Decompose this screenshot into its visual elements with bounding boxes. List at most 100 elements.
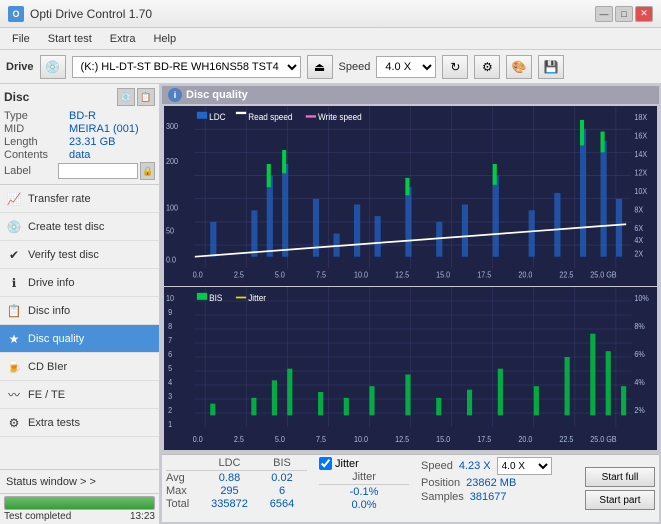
menu-extra[interactable]: Extra (102, 31, 144, 47)
disc-info-icon: 📋 (6, 303, 22, 319)
svg-text:4: 4 (168, 377, 173, 387)
mid-label: MID (4, 123, 69, 135)
nav-label-disc-quality: Disc quality (28, 333, 84, 345)
svg-text:10.0: 10.0 (354, 270, 368, 280)
samples-label: Samples (421, 491, 464, 503)
start-part-button[interactable]: Start part (585, 490, 655, 510)
disc-quality-icon: ★ (6, 331, 22, 347)
minimize-button[interactable]: — (595, 6, 613, 22)
position-val: 23862 MB (466, 477, 516, 489)
nav-label-create-test-disc: Create test disc (28, 221, 104, 233)
svg-text:6X: 6X (634, 224, 643, 234)
label-save-btn[interactable]: 🔒 (140, 162, 155, 180)
panel-title-icon: i (168, 88, 182, 102)
nav-cd-bier[interactable]: 🍺 CD BIer (0, 353, 159, 381)
status-text: Test completed (4, 511, 71, 522)
stats-empty-header (166, 457, 202, 469)
content-area: i Disc quality (160, 84, 661, 524)
svg-text:25.0 GB: 25.0 GB (590, 270, 616, 280)
status-progress-area: Test completed 13:23 (0, 494, 159, 524)
mid-value: MEIRA1 (001) (69, 123, 139, 135)
disc-icon-1[interactable]: 💿 (117, 88, 135, 106)
status-bar: Status window > > Test completed 13:23 (0, 469, 159, 524)
disc-panel: Disc 💿 📋 Type BD-R MID MEIRA1 (001) Leng… (0, 84, 159, 185)
nav-extra-tests[interactable]: ⚙ Extra tests (0, 409, 159, 437)
svg-text:12X: 12X (634, 168, 647, 178)
jitter-section: Jitter Jitter -0.1% 0.0% (319, 457, 409, 520)
svg-text:10%: 10% (634, 293, 649, 303)
toolbar: Drive 💿 (K:) HL-DT-ST BD-RE WH16NS58 TST… (0, 50, 661, 84)
eject-button[interactable]: ⏏ (307, 55, 333, 79)
svg-text:BIS: BIS (209, 292, 222, 303)
svg-text:50: 50 (166, 226, 174, 236)
svg-text:1: 1 (168, 419, 172, 429)
svg-text:10X: 10X (634, 187, 647, 197)
svg-text:200: 200 (166, 157, 178, 167)
stats-total-label: Total (166, 498, 202, 510)
svg-text:Write speed: Write speed (318, 111, 362, 122)
drive-select[interactable]: (K:) HL-DT-ST BD-RE WH16NS58 TST4 (72, 56, 301, 78)
nav-drive-info[interactable]: ℹ Drive info (0, 269, 159, 297)
maximize-button[interactable]: □ (615, 6, 633, 22)
svg-text:10: 10 (166, 293, 174, 303)
svg-text:25.0 GB: 25.0 GB (590, 434, 616, 444)
stats-ldc-total: 335872 (202, 498, 257, 510)
speed-stat-dropdown[interactable]: 4.0 X (497, 457, 552, 475)
progress-bar-outer (4, 496, 155, 510)
status-window-btn[interactable]: Status window > > (0, 470, 159, 494)
svg-text:16X: 16X (634, 131, 647, 141)
svg-text:5.0: 5.0 (275, 270, 285, 280)
window-title: Opti Drive Control 1.70 (30, 7, 152, 21)
stats-bis-avg: 0.02 (257, 472, 307, 484)
color-button[interactable]: 🎨 (506, 55, 532, 79)
status-text-row: Test completed 13:23 (4, 511, 155, 522)
svg-text:5.0: 5.0 (275, 434, 285, 444)
start-full-button[interactable]: Start full (585, 467, 655, 487)
stats-ldc-header: LDC (202, 457, 257, 469)
menu-start-test[interactable]: Start test (40, 31, 100, 47)
app-icon: O (8, 6, 24, 22)
title-bar: O Opti Drive Control 1.70 — □ ✕ (0, 0, 661, 28)
drive-icon-btn[interactable]: 💿 (40, 55, 66, 79)
svg-text:7: 7 (168, 335, 172, 345)
chart-bottom-svg: BIS Jitter 10 9 8 7 6 5 4 3 2 1 (164, 287, 657, 450)
disc-quality-panel: i Disc quality (160, 84, 661, 524)
create-test-disc-icon: 💿 (6, 219, 22, 235)
menu-file[interactable]: File (4, 31, 38, 47)
refresh-button[interactable]: ↻ (442, 55, 468, 79)
cd-bier-icon: 🍺 (6, 359, 22, 375)
drive-info-icon: ℹ (6, 275, 22, 291)
nav-label-extra-tests: Extra tests (28, 417, 80, 429)
jitter-checkbox[interactable] (319, 457, 332, 470)
stats-bis-header: BIS (257, 457, 307, 469)
nav-disc-info[interactable]: 📋 Disc info (0, 297, 159, 325)
nav-verify-test-disc[interactable]: ✔ Verify test disc (0, 241, 159, 269)
nav-create-test-disc[interactable]: 💿 Create test disc (0, 213, 159, 241)
svg-text:Jitter: Jitter (248, 292, 266, 303)
svg-text:7.5: 7.5 (316, 270, 326, 280)
samples-val: 381677 (470, 491, 507, 503)
save-button[interactable]: 💾 (538, 55, 564, 79)
verify-test-disc-icon: ✔ (6, 247, 22, 263)
type-label: Type (4, 110, 69, 122)
window-controls: — □ ✕ (595, 6, 653, 22)
stats-jitter-max: 0.0% (319, 499, 409, 511)
stats-max-label: Max (166, 485, 202, 497)
charts-wrapper: LDC Read speed Write speed 300 200 100 5… (162, 106, 659, 452)
nav-transfer-rate[interactable]: 📈 Transfer rate (0, 185, 159, 213)
svg-text:2.5: 2.5 (234, 270, 244, 280)
nav-disc-quality[interactable]: ★ Disc quality (0, 325, 159, 353)
nav-fe-te[interactable]: 〰 FE / TE (0, 381, 159, 409)
drive-label: Drive (6, 61, 34, 73)
svg-text:2: 2 (168, 405, 172, 415)
label-input[interactable] (58, 163, 138, 179)
svg-text:LDC: LDC (209, 111, 225, 122)
extra-tests-icon: ⚙ (6, 415, 22, 431)
settings-button[interactable]: ⚙ (474, 55, 500, 79)
svg-text:20.0: 20.0 (518, 270, 532, 280)
buttons-col: Start full Start part (585, 457, 655, 520)
close-button[interactable]: ✕ (635, 6, 653, 22)
speed-select[interactable]: 4.0 X (376, 56, 436, 78)
disc-icon-2[interactable]: 📋 (137, 88, 155, 106)
menu-help[interactable]: Help (145, 31, 184, 47)
